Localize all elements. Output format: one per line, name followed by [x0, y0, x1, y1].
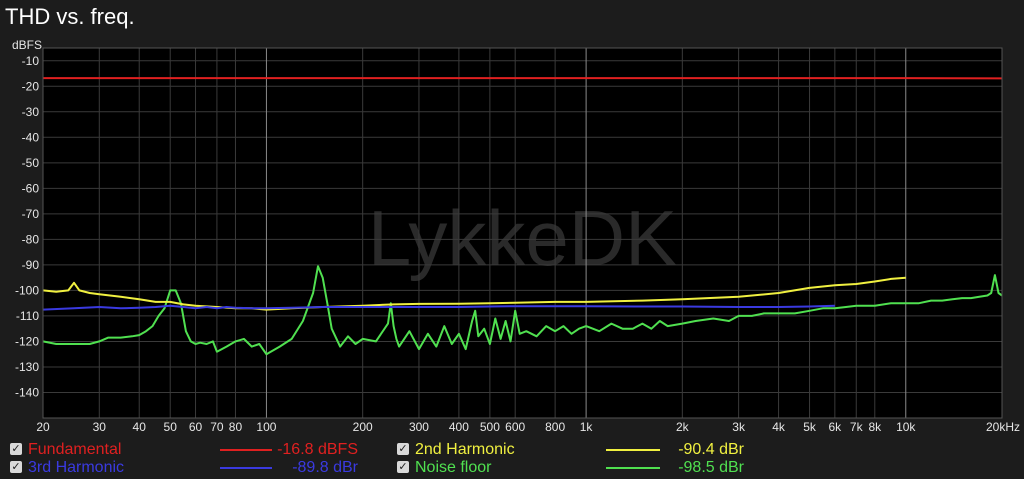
y-tick-label: -140 — [15, 385, 39, 399]
y-tick-label: -60 — [22, 181, 40, 195]
legend-checkbox-2nd-harmonic[interactable]: ✓ — [397, 443, 409, 455]
legend-value-3rd-harmonic: -89.8 dBr — [292, 459, 358, 476]
legend-value-noise-floor: -98.5 dBr — [678, 459, 744, 476]
y-tick-label: -70 — [22, 207, 40, 221]
x-tick-label: 7k — [850, 420, 864, 434]
legend-value-2nd-harmonic: -90.4 dBr — [678, 441, 744, 458]
x-tick-label: 60 — [189, 420, 203, 434]
x-tick-label: 40 — [133, 420, 147, 434]
x-tick-label: 4k — [772, 420, 786, 434]
x-tick-label: 3k — [732, 420, 746, 434]
y-tick-label: -20 — [22, 79, 40, 93]
legend-checkbox-noise-floor[interactable]: ✓ — [397, 461, 409, 473]
legend-value-fundamental: -16.8 dBFS — [277, 441, 358, 458]
x-tick-label: 30 — [93, 420, 107, 434]
y-tick-label: -10 — [22, 54, 40, 68]
thd-chart: LykkeDK -10 -20 -30 -40 -50 -60 -70 -80 -90 -100 -1… — [15, 47, 1020, 434]
y-tick-label: -110 — [16, 309, 39, 323]
y-tick-label: -30 — [22, 105, 40, 119]
x-tick-label: 8k — [868, 420, 882, 434]
x-tick-label: 200 — [353, 420, 373, 434]
legend-checkbox-fundamental[interactable]: ✓ — [10, 443, 22, 455]
x-tick-label: 500 — [480, 420, 500, 434]
legend-label-noise-floor: Noise floor — [415, 459, 492, 476]
x-tick-label: 6k — [829, 420, 843, 434]
y-tick-label: -50 — [22, 156, 40, 170]
y-tick-label: -40 — [22, 130, 40, 144]
legend-label-3rd-harmonic: 3rd Harmonic — [28, 459, 125, 476]
legend-label-2nd-harmonic: 2nd Harmonic — [415, 441, 515, 458]
x-tick-label: 2k — [676, 420, 690, 434]
x-tick-label: 70 — [210, 420, 224, 434]
legend-checkbox-3rd-harmonic[interactable]: ✓ — [10, 461, 22, 473]
x-tick-label: 20 — [36, 420, 50, 434]
x-tick-label: 600 — [505, 420, 525, 434]
x-tick-label: 10k — [896, 420, 916, 434]
x-tick-label: 1k — [580, 420, 594, 434]
x-tick-label: 800 — [545, 420, 565, 434]
x-tick-label: 20kHz — [986, 420, 1020, 434]
x-tick-label: 80 — [229, 420, 243, 434]
y-tick-label: -80 — [22, 232, 40, 246]
x-tick-label: 100 — [256, 420, 276, 434]
y-tick-label: -90 — [22, 258, 40, 272]
watermark: LykkeDK — [368, 194, 677, 282]
x-tick-label: 50 — [164, 420, 178, 434]
y-tick-label: -120 — [15, 334, 39, 348]
y-tick-label: -130 — [15, 360, 39, 374]
x-tick-label: 400 — [449, 420, 469, 434]
legend-label-fundamental: Fundamental — [28, 441, 122, 458]
x-tick-label: 5k — [803, 420, 817, 434]
y-tick-label: -100 — [15, 283, 39, 297]
x-tick-label: 300 — [409, 420, 429, 434]
